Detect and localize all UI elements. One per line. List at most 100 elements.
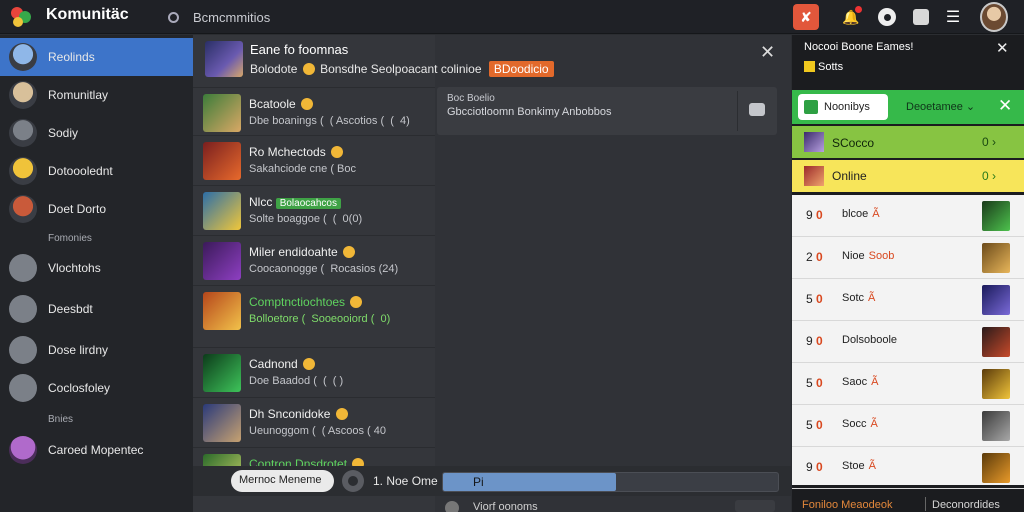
- member-avatar: [982, 201, 1010, 231]
- member-name: blcoe Ã: [842, 208, 880, 220]
- chat-icon[interactable]: [908, 4, 934, 30]
- conversation-item[interactable]: Cadnond Doe Baadod ( ⁠ ( ⁠ ( ): [193, 347, 435, 397]
- sidebar-item[interactable]: Reolinds: [0, 38, 193, 76]
- sidebar-item[interactable]: Vlochtohs: [0, 249, 193, 287]
- chat-subtitle: Bolodote Bonsdhe Seolpoacant colinioe BD…: [250, 61, 554, 77]
- avatar: [9, 195, 37, 223]
- action-box[interactable]: [735, 500, 775, 512]
- sidebar-item[interactable]: Doet Dorto: [0, 190, 193, 228]
- bell-icon[interactable]: 🔔: [838, 4, 864, 30]
- conversation-item[interactable]: Bcatoole Dbe boanings ( ⁠ ( Ascotios ( ⁠…: [193, 87, 435, 137]
- conversation-item[interactable]: Ro Mchectods Sakahciode cne ( Boc: [193, 135, 435, 185]
- conversation-avatar: [203, 142, 241, 180]
- conversation-name: Comptnctiochtoes: [249, 295, 346, 309]
- conversation-item[interactable]: Nlcc Bolaocahcos Solte boaggoe ( ⁠ ( ⁠ 0(…: [193, 185, 435, 235]
- search-box[interactable]: Bcmcmmitios: [168, 7, 270, 27]
- divider: [737, 91, 738, 131]
- message-item[interactable]: Boc Boelio Gbcciotloomn Bonkimy Anbobbos: [437, 87, 777, 135]
- member-row[interactable]: 5 0 Sotc Ã: [792, 279, 1024, 321]
- member-row[interactable]: 9 0 Dolsoboole: [792, 321, 1024, 363]
- member-score: 0: [816, 460, 823, 474]
- conversation-name: Ro Mchectods: [249, 145, 326, 159]
- close-icon[interactable]: ✕: [998, 96, 1012, 116]
- sidebar-item[interactable]: Dotooolednt: [0, 152, 193, 190]
- member-list: 9 0 blcoe Ã 2 0 Nioe Soob 5 0 Sotc Ã 9 0 Dolsoboole 5 0 S…: [792, 195, 1024, 489]
- chat-avatar[interactable]: [205, 41, 243, 77]
- notification-dot: [855, 6, 862, 13]
- status-row-online[interactable]: Online 0 ›: [792, 160, 1024, 192]
- close-icon[interactable]: ✕: [996, 39, 1009, 57]
- sidebar-item[interactable]: Deesbdt: [0, 290, 193, 328]
- avatar: [9, 436, 37, 464]
- sidebar-item-label: Sodiy: [48, 126, 79, 140]
- member-rank: 2: [806, 250, 813, 264]
- footer-link[interactable]: Deconordides: [932, 499, 1000, 511]
- app-title: Komunitäc: [46, 6, 129, 23]
- conversation-title: Ro Mchectods: [249, 145, 345, 159]
- attach-icon[interactable]: [342, 470, 364, 492]
- member-avatar: [982, 369, 1010, 399]
- conversation-name: Cadnond: [249, 357, 298, 371]
- menu-icon[interactable]: ☰: [940, 4, 966, 30]
- flag-icon[interactable]: ✘: [793, 4, 819, 30]
- conversation-item[interactable]: Miler endidoahte Coocaonogge ( ⁠ Rocasio…: [193, 235, 435, 285]
- game-icon: [804, 100, 818, 114]
- right-panel-subtitle-text: Sotts: [818, 61, 844, 73]
- conversation-name: Nlcc: [249, 195, 273, 209]
- composer-chip[interactable]: Mernoc Meneme: [231, 470, 334, 492]
- smile-icon: [302, 63, 315, 75]
- close-icon[interactable]: ✕: [760, 42, 775, 63]
- conversation-avatar: [203, 404, 241, 442]
- sidebar-item[interactable]: Coclosfoley: [0, 369, 193, 407]
- sidebar-item[interactable]: Sodiy: [0, 114, 193, 152]
- conversation-avatar: [203, 292, 241, 330]
- conversation-avatar: [203, 192, 241, 230]
- tab-dropdown[interactable]: Deoetamee ⌄: [906, 100, 975, 113]
- member-avatar: [982, 411, 1010, 441]
- member-tag: Ã: [868, 460, 876, 472]
- user-avatar[interactable]: [980, 2, 1008, 32]
- reply-icon[interactable]: [749, 103, 765, 116]
- right-panel-tabs: Noonibys Deoetamee ⌄ ✕: [792, 90, 1024, 124]
- status-label: Online: [832, 169, 867, 183]
- member-row[interactable]: 9 0 blcoe Ã: [792, 195, 1024, 237]
- conversation-name: Bcatoole: [249, 97, 296, 111]
- conversation-item[interactable]: Comptnctiochtoes Bolloetore ( ⁠ Sooeooio…: [193, 285, 435, 335]
- member-row[interactable]: 5 0 Saoc Ã: [792, 363, 1024, 405]
- conversation-preview: Dbe boanings ( ⁠ ( Ascotios ( ⁠ ( ⁠ 4): [249, 115, 410, 127]
- member-score: 0: [816, 250, 823, 264]
- member-row[interactable]: 5 0 Socc Ã: [792, 405, 1024, 447]
- chat-badge[interactable]: BDoodicio: [488, 61, 554, 77]
- emoji-icon: [343, 246, 356, 258]
- avatar: [9, 43, 37, 71]
- member-row[interactable]: 2 0 Nioe Soob: [792, 237, 1024, 279]
- conversation-name: Miler endidoahte: [249, 245, 338, 259]
- sidebar-item-label: Dose lirdny: [48, 343, 109, 357]
- conversation-item[interactable]: Dh Snconidoke Ueunoggom ( ⁠ ( Ascoos ( 4…: [193, 397, 435, 447]
- conversation-preview: Bolloetore ( ⁠ Sooeooiord ( ⁠ 0): [249, 313, 391, 325]
- conversation-name: Dh Snconidoke: [249, 407, 331, 421]
- sidebar-item-label: Vlochtohs: [48, 261, 101, 275]
- footer-link[interactable]: Foniloo Meaodeok: [802, 499, 893, 511]
- sidebar-item[interactable]: Caroed Mopentec: [0, 431, 193, 469]
- member-avatar: [982, 285, 1010, 315]
- tab-members-label: Noonibys: [824, 101, 870, 113]
- next-message-row[interactable]: Viorf oonoms: [437, 497, 777, 512]
- status-row-scocco[interactable]: SCocco 0 ›: [792, 126, 1024, 158]
- member-score: 0: [816, 292, 823, 306]
- sidebar-item[interactable]: Romunitlay: [0, 76, 193, 114]
- app-logo-icon[interactable]: [8, 5, 34, 29]
- member-row[interactable]: 9 0 Stoe Ã: [792, 447, 1024, 489]
- status-icon[interactable]: [874, 4, 900, 30]
- member-name: Socc Ã: [842, 418, 878, 430]
- member-name: Dolsoboole: [842, 334, 898, 346]
- sidebar-item[interactable]: Dose lirdny: [0, 331, 193, 369]
- search-label: Bcmcmmitios: [193, 9, 271, 25]
- message-input[interactable]: Pi: [442, 472, 779, 492]
- member-name: Stoe Ã: [842, 460, 876, 472]
- tab-members[interactable]: Noonibys: [798, 94, 888, 120]
- input-value: Pi: [473, 475, 484, 489]
- emoji-icon: [350, 296, 363, 308]
- chat-subtitle-desc: Bonsdhe Seolpoacant colinioe: [320, 62, 482, 76]
- member-avatar: [982, 243, 1010, 273]
